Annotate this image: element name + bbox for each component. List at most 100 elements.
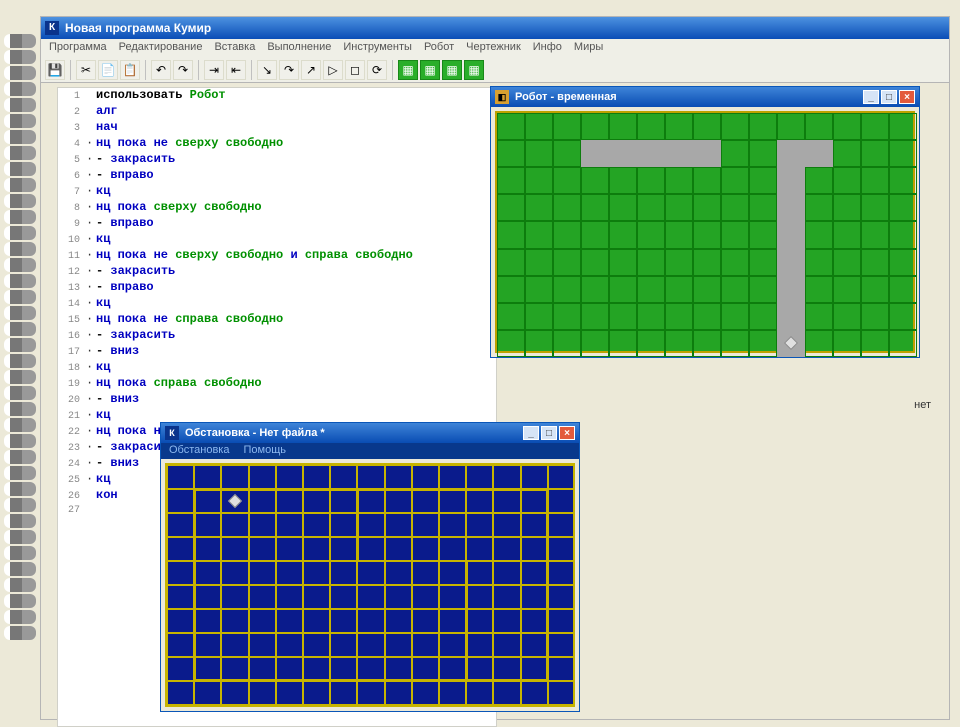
grid-cell[interactable] [525,249,553,276]
grid-cell[interactable] [439,465,466,489]
code-line[interactable]: 3нач [58,120,496,136]
grid-cell[interactable] [493,465,520,489]
grid-cell[interactable] [861,113,889,140]
grid-cell[interactable] [665,113,693,140]
grid-cell[interactable] [249,681,276,705]
code-line[interactable]: 4·нц пока не сверху свободно [58,136,496,152]
paste-icon[interactable]: 📋 [120,60,140,80]
grid-cell[interactable] [581,113,609,140]
grid-cell[interactable] [525,221,553,248]
menu-item[interactable]: Миры [574,41,603,55]
grid-cell[interactable] [861,303,889,330]
grid-cell[interactable] [497,249,525,276]
save-icon[interactable]: 💾 [45,60,65,80]
grid-cell[interactable] [861,140,889,167]
grid-cell[interactable] [609,276,637,303]
maximize-button[interactable]: □ [541,426,557,440]
code-line[interactable]: 13·- вправо [58,280,496,296]
grid-cell[interactable] [637,330,665,357]
grid-cell[interactable] [548,465,575,489]
grid-cell[interactable] [221,681,248,705]
stop-icon[interactable]: ◻ [345,60,365,80]
grid-cell[interactable] [276,465,303,489]
grid-cell[interactable] [581,303,609,330]
grid-cell[interactable] [553,276,581,303]
grid-cell[interactable] [581,330,609,357]
grid-cell[interactable] [805,276,833,303]
grid-cell[interactable] [548,657,575,681]
grid-cell[interactable] [833,330,861,357]
grid-cell[interactable] [167,609,194,633]
code-line[interactable]: 17·- вниз [58,344,496,360]
grid-cell[interactable] [548,681,575,705]
grid-cell[interactable] [553,140,581,167]
main-titlebar[interactable]: К Новая программа Кумир [41,17,949,39]
code-line[interactable]: 18·кц [58,360,496,376]
copy-icon[interactable]: 📄 [98,60,118,80]
grid-cell[interactable] [581,167,609,194]
cut-icon[interactable]: ✂ [76,60,96,80]
grid-cell[interactable] [167,513,194,537]
robot-field[interactable] [495,111,915,353]
submenu-item[interactable]: Обстановка [169,444,229,458]
grid-cell[interactable] [525,276,553,303]
grid-cell[interactable] [553,113,581,140]
grid-cell[interactable] [167,633,194,657]
grid-cell[interactable] [833,249,861,276]
grid-cell[interactable] [861,330,889,357]
robot-window[interactable]: ◧ Робот - временная _ □ × [490,86,920,358]
grid-cell[interactable] [609,113,637,140]
grid-cell[interactable] [889,303,917,330]
close-button[interactable]: × [899,90,915,104]
grid-cell[interactable] [889,276,917,303]
grid-cell[interactable] [330,465,357,489]
grid-cell[interactable] [221,465,248,489]
grid-cell[interactable] [553,330,581,357]
grid-cell[interactable] [521,465,548,489]
grid-cell[interactable] [167,561,194,585]
grid3-icon[interactable]: ▦ [442,60,462,80]
grid-cell[interactable] [167,681,194,705]
code-line[interactable]: 20·- вниз [58,392,496,408]
grid-cell[interactable] [609,167,637,194]
grid-cell[interactable] [693,221,721,248]
grid-cell[interactable] [889,249,917,276]
grid-cell[interactable] [833,140,861,167]
grid-cell[interactable] [357,681,384,705]
grid-cell[interactable] [665,303,693,330]
grid-cell[interactable] [330,681,357,705]
grid-cell[interactable] [466,681,493,705]
grid-cell[interactable] [721,140,749,167]
grid-cell[interactable] [548,585,575,609]
grid-cell[interactable] [497,167,525,194]
code-line[interactable]: 10·кц [58,232,496,248]
menu-item[interactable]: Инструменты [343,41,412,55]
inc-indent-icon[interactable]: ⇥ [204,60,224,80]
grid-cell[interactable] [497,330,525,357]
code-line[interactable]: 1использовать Робот [58,88,496,104]
grid-cell[interactable] [303,681,330,705]
grid-cell[interactable] [749,221,777,248]
grid-cell[interactable] [521,681,548,705]
grid-cell[interactable] [833,303,861,330]
grid-cell[interactable] [721,194,749,221]
code-line[interactable]: 2алг [58,104,496,120]
code-line[interactable]: 11·нц пока не сверху свободно и справа с… [58,248,496,264]
code-line[interactable]: 8·нц пока сверху свободно [58,200,496,216]
grid-cell[interactable] [497,194,525,221]
grid-cell[interactable] [525,167,553,194]
grid-cell[interactable] [749,167,777,194]
grid-cell[interactable] [637,194,665,221]
grid2-icon[interactable]: ▦ [420,60,440,80]
grid-cell[interactable] [553,221,581,248]
grid-cell[interactable] [805,113,833,140]
grid1-icon[interactable]: ▦ [398,60,418,80]
grid-cell[interactable] [693,276,721,303]
menu-item[interactable]: Программа [49,41,107,55]
grid-cell[interactable] [805,167,833,194]
grid-cell[interactable] [833,276,861,303]
grid-cell[interactable] [637,167,665,194]
grid-cell[interactable] [665,276,693,303]
code-line[interactable]: 7·кц [58,184,496,200]
code-line[interactable]: 15·нц пока не справа свободно [58,312,496,328]
